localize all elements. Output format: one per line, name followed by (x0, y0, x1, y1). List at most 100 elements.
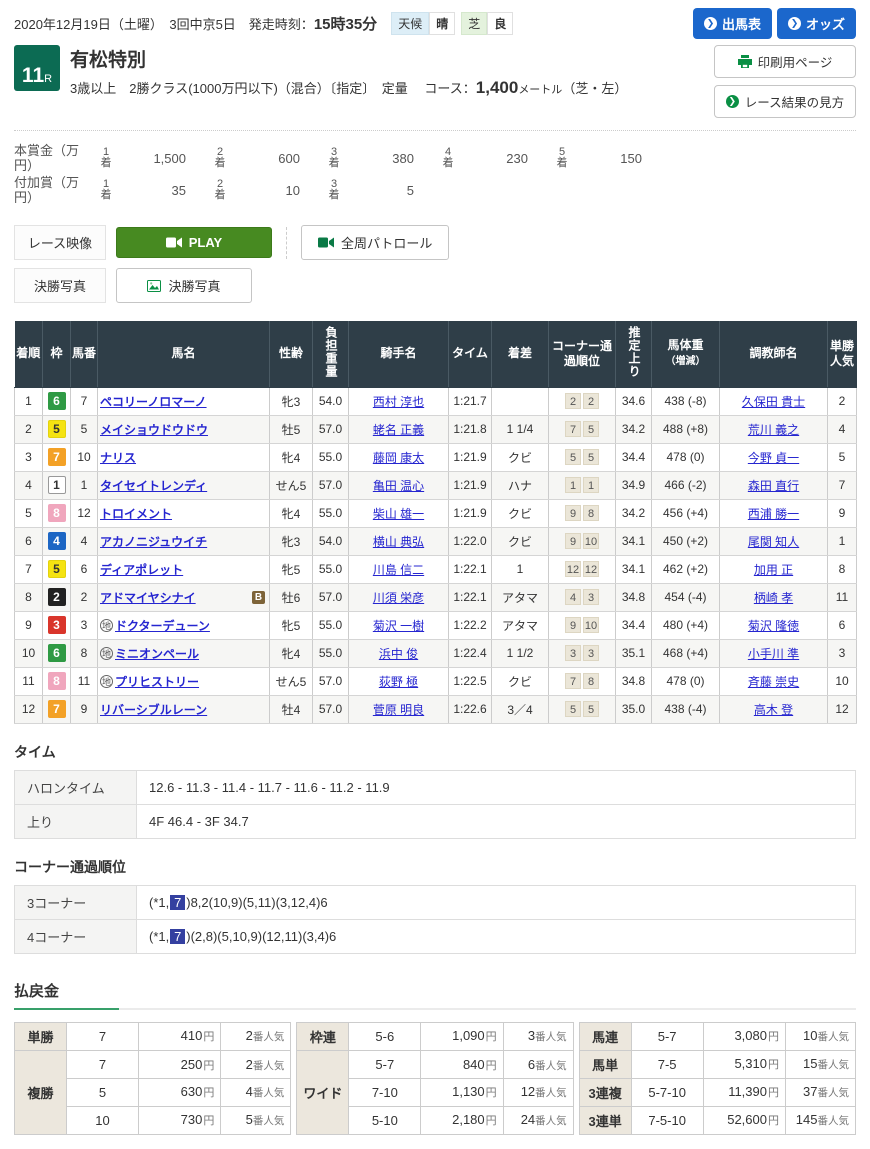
last-up-value: 4F 46.4 - 3F 34.7 (137, 804, 856, 838)
trainer-link[interactable]: 高木 登 (754, 703, 793, 717)
corner-order-cell: 1212 (549, 555, 616, 583)
time-cell: 1:22.0 (449, 527, 492, 555)
trainer-link[interactable]: 久保田 貴士 (742, 395, 805, 409)
shutsubahyo-button[interactable]: ❯ 出馬表 (693, 8, 772, 39)
trainer-link[interactable]: 柄崎 孝 (754, 591, 793, 605)
horse-name-link[interactable]: ペコリーノロマーノ (100, 393, 207, 410)
ninki-suffix: 番人気 (253, 1060, 285, 1072)
jockey-link[interactable]: 菊沢 一樹 (373, 619, 424, 633)
popularity-cell: 1 (828, 527, 857, 555)
jockey-link[interactable]: 亀田 温心 (373, 479, 424, 493)
trainer-link[interactable]: 森田 直行 (748, 479, 799, 493)
odds-button[interactable]: ❯ オッズ (777, 8, 856, 39)
popularity-cell: 6 (828, 611, 857, 639)
finish-order-cell: 10 (15, 639, 43, 667)
corner-position: 12 (583, 561, 599, 577)
trainer-link[interactable]: 荒川 義之 (748, 423, 799, 437)
horse-name-link[interactable]: アカノニジュウイチ (100, 533, 207, 550)
jockey-link[interactable]: 川須 栄彦 (373, 591, 424, 605)
corner-position: 5 (583, 421, 599, 437)
race-conditions-text: 3歳以上 2勝クラス(1000万円以下)（混合）〔指定〕 定量 (70, 81, 421, 96)
jockey-link[interactable]: 浜中 俊 (379, 647, 418, 661)
trainer-link[interactable]: 西浦 勝一 (748, 507, 799, 521)
horse-weight-cell: 478 (0) (652, 667, 720, 695)
place-suffix: 着 (326, 158, 342, 169)
corner-order-cell: 33 (549, 639, 616, 667)
horse-name-link[interactable]: ナリス (100, 449, 136, 466)
horse-name-link[interactable]: ドクターデューン (115, 617, 210, 634)
time-cell: 1:22.1 (449, 583, 492, 611)
trainer-link[interactable]: 加用 正 (754, 563, 793, 577)
carried-weight-cell: 54.0 (313, 387, 349, 415)
time-cell: 1:21.8 (449, 415, 492, 443)
place-suffix: 着 (98, 190, 114, 201)
time-cell: 1:21.9 (449, 471, 492, 499)
corner-order-cell: 98 (549, 499, 616, 527)
frame-number-badge: 5 (48, 420, 66, 438)
horse-name-cell: タイセイトレンディ (98, 471, 270, 499)
sex-age-cell: 牡5 (270, 415, 313, 443)
payout-row: 複勝7250円2番人気 (15, 1051, 291, 1079)
payout-group-table: 単勝7410円2番人気複勝7250円2番人気5630円4番人気10730円5番人… (14, 1022, 291, 1135)
jockey-cell: 西村 淳也 (349, 387, 449, 415)
result-row: 167ペコリーノロマーノ牝354.0西村 淳也1:21.72234.6438 (… (15, 387, 857, 415)
ninki-suffix: 番人気 (817, 1087, 849, 1099)
corner-table: 3コーナー (*1,7)8,2(10,9)(5,11)(3,12,4)6 4コー… (14, 885, 856, 954)
finish-photo-button[interactable]: 決勝写真 (116, 268, 252, 303)
trainer-link[interactable]: 小手川 準 (748, 647, 799, 661)
jockey-cell: 藤岡 康太 (349, 443, 449, 471)
prize-item: 2着600 (212, 147, 326, 169)
play-button[interactable]: PLAY (116, 227, 272, 258)
race-info: 11 R 有松特別 3歳以上 2勝クラス(1000万円以下)（混合）〔指定〕 定… (14, 45, 627, 118)
circle-arrow-icon: ❯ (726, 95, 739, 108)
print-page-button[interactable]: 印刷用ページ (714, 45, 856, 78)
prize-amount: 600 (228, 151, 326, 166)
horse-name-link[interactable]: リバーシブルレーン (100, 701, 207, 718)
horse-name-link[interactable]: アドマイヤシナイ (100, 589, 196, 606)
horse-name-cell: アカノニジュウイチ (98, 527, 270, 555)
jockey-link[interactable]: 川島 信二 (373, 563, 424, 577)
payout-row: 枠連5-61,090円3番人気 (297, 1022, 573, 1051)
jockey-link[interactable]: 柴山 雄一 (373, 507, 424, 521)
popularity-rank: 145番人気 (785, 1106, 855, 1134)
jockey-link[interactable]: 蛯名 正義 (373, 423, 424, 437)
popularity-rank: 4番人気 (221, 1079, 291, 1107)
jockey-link[interactable]: 横山 典弘 (373, 535, 424, 549)
popularity-rank: 6番人気 (503, 1051, 573, 1079)
yen-suffix: 円 (203, 1087, 214, 1099)
video-camera-icon (166, 237, 182, 248)
trainer-link[interactable]: 菊沢 隆徳 (748, 619, 799, 633)
jockey-link[interactable]: 西村 淳也 (373, 395, 424, 409)
patrol-video-button[interactable]: 全周パトロール (301, 225, 449, 260)
bet-combination: 7-10 (349, 1079, 421, 1107)
race-result-page: 2020年12月19日（土曜） 3回中京5日 発走時刻： 15時35分 天候 晴… (0, 0, 870, 1149)
trainer-link[interactable]: 今野 貞一 (748, 451, 799, 465)
popularity-cell: 5 (828, 443, 857, 471)
photo-icon (147, 280, 161, 292)
horse-name-link[interactable]: ミニオンペール (115, 645, 199, 662)
horse-name-link[interactable]: プリヒストリー (115, 673, 199, 690)
horse-name-link[interactable]: タイセイトレンディ (100, 477, 207, 494)
corner-order-cell: 55 (549, 695, 616, 723)
trainer-cell: 高木 登 (720, 695, 828, 723)
result-guide-button[interactable]: ❯ レース結果の見方 (714, 85, 856, 118)
jockey-link[interactable]: 藤岡 康太 (373, 451, 424, 465)
frame-cell: 5 (43, 415, 71, 443)
horse-weight-cell: 466 (-2) (652, 471, 720, 499)
popularity-rank: 10番人気 (785, 1022, 855, 1050)
trainer-link[interactable]: 斉藤 崇史 (748, 675, 799, 689)
race-number-badge: 11 R (14, 45, 60, 91)
trainer-link[interactable]: 尾関 知人 (748, 535, 799, 549)
corner-position: 3 (583, 589, 599, 605)
horse-name-cell: ナリス (98, 443, 270, 471)
frame-number-badge: 2 (48, 588, 66, 606)
prize-item: 4着230 (440, 147, 554, 169)
jockey-link[interactable]: 菅原 明良 (373, 703, 424, 717)
jockey-cell: 浜中 俊 (349, 639, 449, 667)
horse-name-link[interactable]: メイショウドウドウ (100, 421, 208, 438)
horse-name-link[interactable]: ディアポレット (100, 561, 183, 578)
horse-name-link[interactable]: トロイメント (100, 505, 172, 522)
place-label: 5着 (554, 147, 570, 169)
jockey-link[interactable]: 荻野 極 (379, 675, 418, 689)
bet-combination: 5-7-10 (631, 1078, 703, 1106)
